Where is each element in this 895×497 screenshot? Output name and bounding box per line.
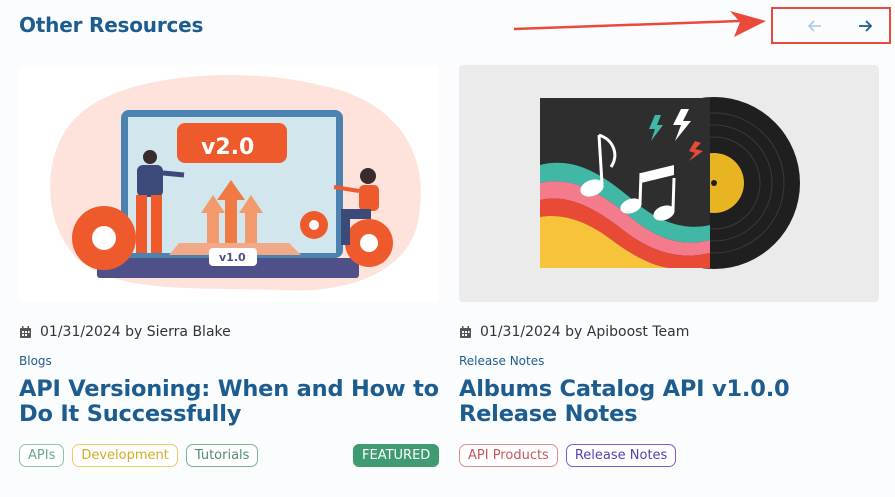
post-meta: 01/31/2024 by Sierra Blake	[19, 324, 231, 340]
tag-list: APIs Development Tutorials	[19, 444, 259, 467]
featured-badge: FEATURED	[353, 444, 440, 467]
card-thumbnail-albums-catalog[interactable]	[459, 65, 879, 302]
tag-tutorials[interactable]: Tutorials	[185, 444, 259, 467]
card-thumbnail-api-versioning[interactable]: v2.0 v1.0	[19, 65, 439, 302]
previous-button[interactable]	[800, 13, 830, 39]
section-title: Other Resources	[19, 13, 204, 37]
calendar-icon	[459, 325, 472, 339]
card-title[interactable]: API Versioning: When and How to Do It Su…	[19, 377, 439, 427]
version-big-label: v2.0	[201, 135, 254, 160]
tag-apis[interactable]: APIs	[19, 444, 65, 467]
tag-release-notes[interactable]: Release Notes	[565, 444, 677, 467]
card-title[interactable]: Albums Catalog API v1.0.0 Release Notes	[459, 377, 879, 427]
api-versioning-illustration: v2.0 v1.0	[50, 75, 421, 291]
resource-card[interactable]: 01/31/2024 by Apiboost Team Release Note…	[459, 65, 879, 467]
category-link[interactable]: Blogs	[19, 354, 52, 368]
carousel-nav	[771, 7, 891, 44]
album-record-illustration	[540, 97, 800, 269]
category-link[interactable]: Release Notes	[459, 354, 544, 368]
resource-card[interactable]: v2.0 v1.0 01/31/2024 by Sierra Blake Blo…	[19, 65, 440, 467]
tag-list: API Products Release Notes	[459, 444, 677, 467]
date-author: 01/31/2024 by Sierra Blake	[40, 324, 231, 340]
tag-development[interactable]: Development	[72, 444, 178, 467]
arrow-right-icon	[859, 20, 873, 32]
next-button[interactable]	[850, 13, 880, 39]
date-author: 01/31/2024 by Apiboost Team	[480, 324, 690, 340]
tag-api-products[interactable]: API Products	[459, 444, 558, 467]
arrow-left-icon	[807, 20, 821, 32]
version-small-label: v1.0	[219, 251, 246, 264]
post-meta: 01/31/2024 by Apiboost Team	[459, 324, 689, 340]
calendar-icon	[19, 325, 32, 339]
annotation-arrow	[513, 11, 766, 37]
